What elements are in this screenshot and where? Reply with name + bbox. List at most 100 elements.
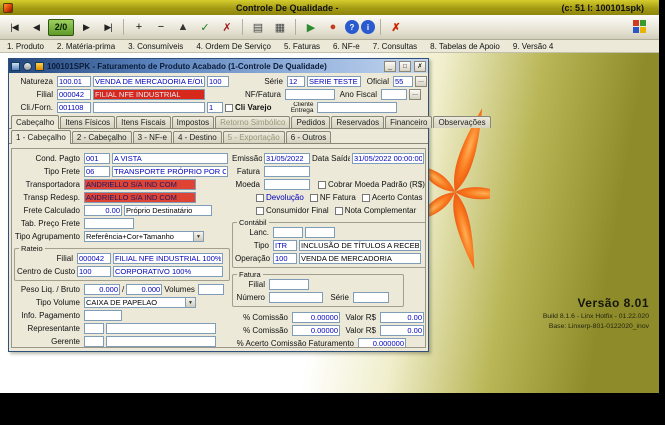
nf-fatura-checkbox[interactable]: NF Fatura: [310, 193, 356, 202]
tab-reservados[interactable]: Reservados: [331, 116, 384, 128]
preview-icon[interactable]: ▦: [270, 17, 290, 37]
centro-custo-code-input[interactable]: [77, 266, 111, 277]
stop-icon[interactable]: ●: [323, 17, 343, 37]
previous-record-button[interactable]: ◀: [26, 17, 46, 37]
acerto-comissao-input[interactable]: [358, 338, 406, 348]
operacao-desc-input[interactable]: [299, 253, 421, 264]
data-saida-input[interactable]: [352, 153, 424, 164]
nf-lookup-button[interactable]: ...: [409, 89, 421, 100]
rateio-filial-code-input[interactable]: [77, 253, 111, 264]
cond-pagto-desc-input[interactable]: [112, 153, 228, 164]
filial-desc-input[interactable]: [93, 89, 205, 100]
oficial-input[interactable]: [393, 76, 413, 87]
run-icon[interactable]: ▶: [301, 17, 321, 37]
nf-fatura-input[interactable]: [285, 89, 335, 100]
subtab-1-cabecalho[interactable]: 1 - Cabeçalho: [11, 130, 71, 144]
moeda-input[interactable]: [264, 179, 310, 190]
tipo-volume-select[interactable]: CAIXA DE PAPELAO: [84, 297, 196, 308]
tab-cabecalho[interactable]: Cabeçalho: [11, 115, 59, 129]
volumes-input[interactable]: [198, 284, 224, 295]
cli-forn-qty-input[interactable]: [207, 102, 223, 113]
tab-preco-frete-input[interactable]: [84, 218, 134, 229]
cli-varejo-checkbox[interactable]: Cli Varejo: [225, 103, 271, 112]
cli-forn-desc-input[interactable]: [93, 102, 205, 113]
close-button[interactable]: ✗: [414, 61, 426, 72]
next-record-button[interactable]: ▶: [76, 17, 96, 37]
menu-item-versao-4[interactable]: 9. Versão 4: [513, 42, 553, 51]
menu-item-produto[interactable]: 1. Produto: [7, 42, 44, 51]
natureza-extra-input[interactable]: [207, 76, 229, 87]
contabil-tipo-code-input[interactable]: [273, 240, 297, 251]
representante-desc-input[interactable]: [106, 323, 216, 334]
representante-code-input[interactable]: [84, 323, 104, 334]
cobrar-moeda-checkbox[interactable]: Cobrar Moeda Padrão (R$): [318, 180, 425, 189]
fatura-serie-input[interactable]: [353, 292, 389, 303]
tab-itens-fiscais[interactable]: Itens Fiscais: [116, 116, 170, 128]
acerto-contas-checkbox[interactable]: Acerto Contas: [362, 193, 423, 202]
fatura-input[interactable]: [264, 166, 310, 177]
menu-item-consultas[interactable]: 7. Consultas: [373, 42, 417, 51]
lanc-input-1[interactable]: [273, 227, 303, 238]
help-icon[interactable]: ?: [345, 20, 359, 34]
add-icon[interactable]: +: [129, 17, 149, 37]
fatura-filial-input[interactable]: [269, 279, 309, 290]
remove-icon[interactable]: −: [151, 17, 171, 37]
consumidor-final-checkbox[interactable]: Consumidor Final: [256, 206, 329, 215]
numero-input[interactable]: [269, 292, 323, 303]
ano-fiscal-input[interactable]: [381, 89, 407, 100]
subtab-3-nfe[interactable]: 3 - NF-e: [133, 131, 172, 143]
frete-tipo-input[interactable]: [124, 205, 212, 216]
emissao-input[interactable]: [264, 153, 310, 164]
serie-desc-input[interactable]: [307, 76, 361, 87]
comissao-1-input[interactable]: [292, 312, 340, 323]
tab-observacoes[interactable]: Observações: [433, 116, 490, 128]
lanc-input-2[interactable]: [305, 227, 335, 238]
last-record-button[interactable]: ▶|: [98, 17, 118, 37]
contabil-tipo-desc-input[interactable]: [299, 240, 421, 251]
nota-complementar-checkbox[interactable]: Nota Complementar: [335, 206, 417, 215]
transp-redesp-input[interactable]: [84, 192, 196, 203]
gerente-code-input[interactable]: [84, 336, 104, 347]
edit-icon[interactable]: ▲: [173, 17, 193, 37]
confirm-icon[interactable]: ✓: [195, 17, 215, 37]
gerente-desc-input[interactable]: [106, 336, 216, 347]
serie-lookup-button[interactable]: ...: [415, 76, 427, 87]
maximize-button[interactable]: □: [399, 61, 411, 72]
cliente-entrega-input[interactable]: [317, 102, 397, 113]
cancel-icon[interactable]: ✗: [217, 17, 237, 37]
transportadora-input[interactable]: [84, 179, 196, 190]
first-record-button[interactable]: |◀: [4, 17, 24, 37]
cond-pagto-code-input[interactable]: [84, 153, 110, 164]
minimize-button[interactable]: _: [384, 61, 396, 72]
centro-custo-desc-input[interactable]: [113, 266, 223, 277]
print-icon[interactable]: ▤: [248, 17, 268, 37]
rateio-filial-desc-input[interactable]: [113, 253, 223, 264]
subtab-4-destino[interactable]: 4 - Destino: [173, 131, 222, 143]
chevron-down-icon[interactable]: [193, 232, 203, 241]
devolucao-checkbox[interactable]: Devolução: [256, 193, 304, 202]
peso-liq-input[interactable]: [84, 284, 120, 295]
tools-icon[interactable]: [35, 62, 44, 71]
natureza-desc-input[interactable]: [93, 76, 205, 87]
tipo-frete-code-input[interactable]: [84, 166, 110, 177]
pin-icon[interactable]: [23, 62, 32, 71]
serie-code-input[interactable]: [287, 76, 305, 87]
tab-itens-fisicos[interactable]: Itens Físicos: [60, 116, 115, 128]
comissao-2-input[interactable]: [292, 325, 340, 336]
frete-calculado-input[interactable]: [84, 205, 122, 216]
menu-item-faturas[interactable]: 5. Faturas: [284, 42, 320, 51]
subtab-2-cabecalho[interactable]: 2 - Cabeçalho: [72, 131, 132, 143]
filial-code-input[interactable]: [57, 89, 91, 100]
peso-bruto-input[interactable]: [126, 284, 162, 295]
tipo-frete-desc-input[interactable]: [112, 166, 228, 177]
tipo-agrupamento-select[interactable]: Referência+Cor+Tamanho: [84, 231, 204, 242]
tab-financeiro[interactable]: Financeiro: [385, 116, 432, 128]
menu-item-ordem-de-servico[interactable]: 4. Ordem De Serviço: [196, 42, 271, 51]
operacao-code-input[interactable]: [273, 253, 297, 264]
cli-forn-code-input[interactable]: [57, 102, 91, 113]
valor-1-input[interactable]: [380, 312, 424, 323]
tab-pedidos[interactable]: Pedidos: [291, 116, 330, 128]
menu-item-consumiveis[interactable]: 3. Consumíveis: [128, 42, 183, 51]
menu-item-tabelas-de-apoio[interactable]: 8. Tabelas de Apoio: [430, 42, 500, 51]
info-pagamento-input[interactable]: [84, 310, 122, 321]
